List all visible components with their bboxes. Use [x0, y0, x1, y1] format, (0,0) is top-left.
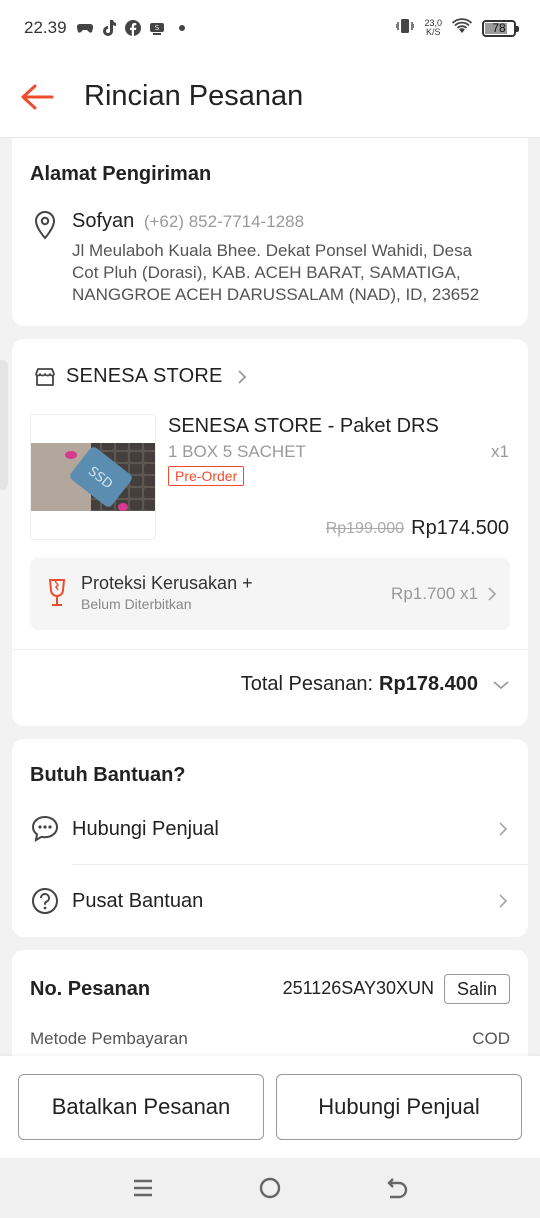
arrow-left-icon: [21, 84, 54, 109]
store-card: SENESA STORE SSD SENESA STORE - Paket DR…: [12, 339, 528, 726]
help-card: Butuh Bantuan? Hubungi Penjual Pusat Ban…: [12, 739, 528, 937]
address-text: Jl Meulaboh Kuala Bhee. Dekat Ponsel Wah…: [72, 240, 512, 306]
total-value: Rp178.400: [379, 673, 478, 695]
app-header: Rincian Pesanan: [0, 56, 540, 138]
edge-handle[interactable]: [0, 360, 8, 490]
network-speed-unit: K/S: [425, 27, 441, 37]
address-line: Cot Pluh (Dorasi), KAB. ACEH BARAT, SAMA…: [72, 263, 461, 282]
back-arrow-icon: [386, 1178, 407, 1199]
order-total-row[interactable]: Total Pesanan: Rp178.400: [241, 673, 510, 696]
bottom-action-bar: Batalkan Pesanan Hubungi Penjual: [0, 1056, 540, 1158]
network-speed: 23,0 K/S: [424, 19, 442, 37]
wifi-icon: [451, 17, 473, 39]
address-line: Jl Meulaboh Kuala Bhee. Dekat Ponsel Wah…: [72, 241, 473, 260]
contact-seller-row[interactable]: Hubungi Penjual: [12, 794, 528, 864]
chevron-right-icon: [499, 894, 508, 908]
more-notifications-dot: [178, 25, 185, 31]
store-header[interactable]: SENESA STORE: [34, 365, 247, 388]
protection-price: Rp1.700 x1: [391, 584, 478, 603]
home-circle-icon: [259, 1177, 281, 1199]
product-quantity: x1: [491, 442, 509, 461]
order-number-label: No. Pesanan: [30, 978, 151, 1000]
chevron-right-icon: [488, 587, 497, 601]
recent-apps-button[interactable]: [123, 1168, 163, 1208]
help-title: Butuh Bantuan?: [30, 764, 186, 786]
copy-button[interactable]: Salin: [444, 974, 510, 1004]
address-line: NANGGROE ACEH DARUSSALAM (NAD), ID, 2365…: [72, 285, 480, 304]
address-title: Alamat Pengiriman: [30, 163, 212, 185]
order-info-card: No. Pesanan 251126SAY30XUN Salin Metode …: [12, 950, 528, 1060]
product-title[interactable]: SENESA STORE - Paket DRS: [168, 415, 439, 438]
location-pin-icon: [34, 210, 56, 240]
divider: [72, 864, 528, 865]
system-nav-bar: [0, 1158, 540, 1218]
facebook-icon: [124, 20, 141, 36]
cancel-order-button[interactable]: Batalkan Pesanan: [18, 1074, 264, 1140]
status-bar: 22.39 S 23,0 K/S 78: [0, 0, 540, 56]
help-circle-icon: [32, 888, 58, 914]
recipient-line: Sofyan (+62) 852-7714-1288: [72, 210, 304, 233]
help-center-row[interactable]: Pusat Bantuan: [12, 866, 528, 936]
battery-level: 78: [492, 21, 506, 35]
contact-seller-button[interactable]: Hubungi Penjual: [276, 1074, 522, 1140]
preorder-badge: Pre-Order: [168, 466, 245, 486]
discounted-price: Rp174.500: [411, 517, 509, 539]
game-controller-icon: [76, 20, 93, 36]
divider: [12, 649, 528, 650]
damage-protection-row[interactable]: Proteksi Kerusakan + Belum Diterbitkan R…: [30, 558, 510, 630]
svg-text:S: S: [154, 24, 159, 32]
product-image[interactable]: SSD: [30, 414, 156, 540]
payment-method-label: Metode Pembayaran: [30, 1029, 188, 1048]
battery-icon: 78: [482, 19, 519, 37]
protection-name: Proteksi Kerusakan +: [81, 573, 253, 593]
recipient-name: Sofyan: [72, 210, 135, 232]
store-name: SENESA STORE: [66, 365, 223, 387]
product-photo: SSD: [31, 443, 155, 511]
home-button[interactable]: [250, 1168, 290, 1208]
menu-lines-icon: [134, 1179, 153, 1197]
vibrate-icon: [395, 18, 416, 39]
recipient-phone: (+62) 852-7714-1288: [143, 212, 305, 231]
notification-icons: S: [76, 20, 185, 36]
contact-seller-label: Hubungi Penjual: [72, 817, 219, 840]
chevron-right-icon: [237, 369, 246, 384]
tiktok-icon: [101, 20, 117, 36]
help-center-label: Pusat Bantuan: [72, 889, 204, 912]
chat-icon: [31, 815, 59, 842]
protection-status: Belum Diterbitkan: [81, 596, 192, 612]
page-title: Rincian Pesanan: [84, 80, 304, 112]
fragile-glass-icon: [48, 579, 66, 606]
original-price: Rp199.000: [325, 520, 404, 537]
store-icon: [35, 367, 55, 386]
chevron-down-icon: [493, 680, 509, 689]
shop-app-icon: S: [149, 20, 165, 36]
payment-method-value: COD: [472, 1029, 510, 1048]
back-button[interactable]: [20, 80, 54, 114]
address-card: Alamat Pengiriman Sofyan (+62) 852-7714-…: [12, 138, 528, 326]
order-number-value: 251126SAY30XUN: [282, 978, 434, 998]
total-label: Total Pesanan:: [240, 673, 374, 695]
product-variant: 1 BOX 5 SACHET: [168, 442, 306, 461]
back-nav-button[interactable]: [377, 1168, 417, 1208]
chevron-right-icon: [499, 822, 508, 836]
status-time: 22.39: [24, 18, 67, 37]
